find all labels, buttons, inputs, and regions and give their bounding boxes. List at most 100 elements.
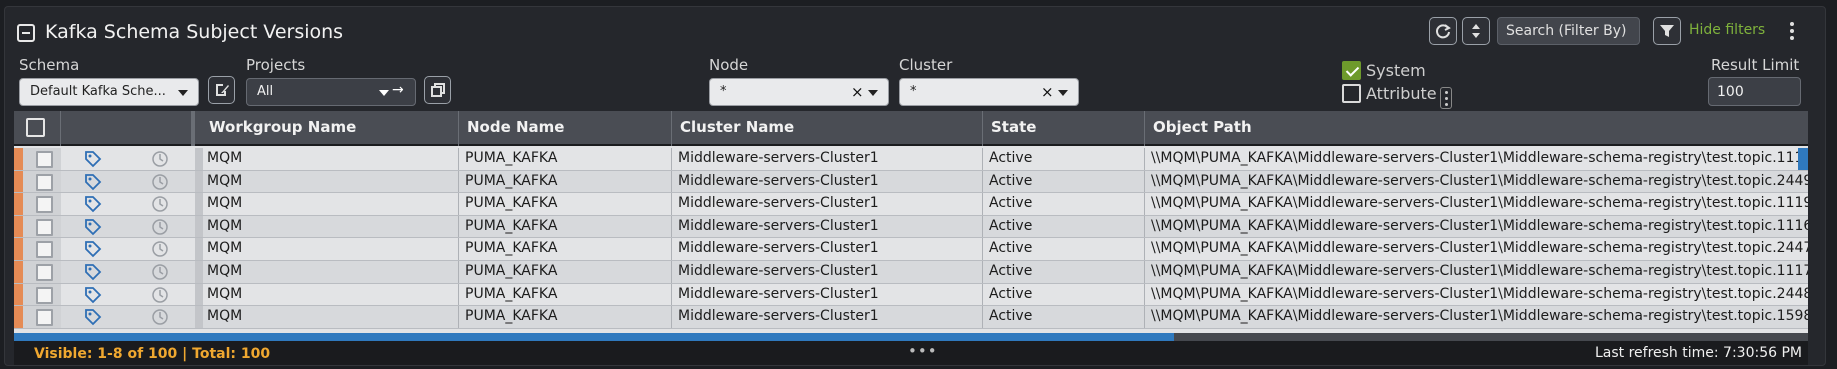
cell-cluster-name: Middleware-servers-Cluster1	[672, 170, 983, 193]
table-row[interactable]: MQM PUMA_KAFKA Middleware-servers-Cluster1…	[14, 170, 1808, 194]
row-checkbox[interactable]	[36, 173, 53, 191]
table-row[interactable]: MQM PUMA_KAFKA Middleware-servers-Cluster1…	[14, 238, 1808, 261]
row-status-marker	[14, 215, 23, 238]
cell-object-path: \\MQM\PUMA_KAFKA\Middleware-servers-Clus…	[1151, 308, 1808, 325]
row-checkbox[interactable]	[36, 309, 53, 327]
tag-icon[interactable]	[84, 150, 102, 168]
chevron-down-icon	[379, 90, 389, 96]
row-checkbox[interactable]	[36, 218, 53, 236]
result-limit-input[interactable]	[1708, 77, 1801, 106]
clock-icon[interactable]	[151, 240, 169, 258]
cell-workgroup-name: MQM	[201, 193, 459, 215]
edit-icon	[215, 84, 229, 96]
cell-object-path: \\MQM\PUMA_KAFKA\Middleware-servers-Clus…	[1151, 172, 1808, 189]
horizontal-scrollbar[interactable]	[14, 333, 1808, 341]
tag-icon[interactable]	[84, 173, 102, 191]
cell-cluster-name: Middleware-servers-Cluster1	[672, 215, 983, 238]
table-row[interactable]: MQM PUMA_KAFKA Middleware-servers-Cluster1…	[14, 148, 1808, 171]
system-checkbox[interactable]	[1342, 61, 1361, 80]
clock-icon[interactable]	[151, 173, 169, 191]
scrollbar-thumb[interactable]	[14, 333, 1174, 341]
filter-icon	[1660, 25, 1674, 37]
hide-filters-link[interactable]: Hide filters	[1689, 22, 1765, 38]
row-checkbox[interactable]	[36, 286, 53, 304]
clock-icon[interactable]	[151, 263, 169, 281]
cell-state: Active	[983, 306, 1145, 328]
cell-node-name: PUMA_KAFKA	[459, 306, 672, 328]
select-all-checkbox[interactable]	[26, 118, 45, 137]
versions-grid: Workgroup Name Node Name Cluster Name St…	[14, 111, 1808, 341]
row-checkbox[interactable]	[36, 263, 53, 281]
cluster-select[interactable]: * ×	[899, 78, 1079, 106]
cell-cluster-name: Middleware-servers-Cluster1	[672, 238, 983, 260]
search-input[interactable]	[1497, 17, 1640, 45]
row-checkbox[interactable]	[36, 196, 53, 214]
cell-object-path: \\MQM\PUMA_KAFKA\Middleware-servers-Clus…	[1151, 285, 1808, 302]
projects-label: Projects	[246, 56, 306, 74]
clear-icon[interactable]: ×	[851, 83, 864, 101]
row-check-cell	[23, 215, 61, 238]
cell-workgroup-name: MQM	[201, 215, 459, 238]
header-node-name[interactable]: Node Name	[459, 111, 672, 146]
cell-node-name: PUMA_KAFKA	[459, 148, 672, 170]
row-selection-indicator	[1798, 148, 1808, 170]
cell-node-name: PUMA_KAFKA	[459, 170, 672, 193]
schema-select[interactable]: Default Kafka Sche...	[19, 78, 199, 106]
refresh-icon	[1436, 24, 1451, 39]
schema-select-value: Default Kafka Sche...	[30, 84, 166, 99]
filter-button[interactable]	[1653, 17, 1681, 45]
attribute-checkbox[interactable]	[1342, 84, 1361, 103]
grid-header: Workgroup Name Node Name Cluster Name St…	[14, 111, 1808, 146]
grid-body: MQM PUMA_KAFKA Middleware-servers-Cluster1…	[14, 148, 1808, 329]
clock-icon[interactable]	[151, 286, 169, 304]
tag-icon[interactable]	[84, 286, 102, 304]
node-select[interactable]: * ×	[709, 78, 889, 106]
refresh-button[interactable]	[1429, 17, 1457, 45]
cell-node-name: PUMA_KAFKA	[459, 215, 672, 238]
row-selection-indicator	[1798, 261, 1808, 283]
header-object-path[interactable]: Object Path	[1145, 111, 1808, 146]
clock-icon[interactable]	[151, 218, 169, 236]
sort-button[interactable]	[1462, 17, 1490, 45]
row-status-marker	[14, 148, 23, 170]
table-row[interactable]: MQM PUMA_KAFKA Middleware-servers-Cluster1…	[14, 306, 1808, 329]
cell-state: Active	[983, 215, 1145, 238]
kebab-icon[interactable]	[1788, 22, 1796, 42]
collapse-icon[interactable]	[17, 24, 35, 42]
header-workgroup-name[interactable]: Workgroup Name	[201, 111, 459, 146]
tag-icon[interactable]	[84, 240, 102, 258]
row-status-marker	[14, 260, 23, 283]
header-state[interactable]: State	[983, 111, 1145, 146]
cell-state: Active	[983, 260, 1145, 283]
row-check-cell	[23, 306, 61, 328]
row-status-marker	[14, 170, 23, 193]
visible-count: Visible: 1-8 of 100 | Total: 100	[34, 346, 271, 362]
grid-footer: Visible: 1-8 of 100 | Total: 100 ••• Las…	[14, 341, 1808, 365]
tag-icon[interactable]	[84, 218, 102, 236]
header-cluster-name[interactable]: Cluster Name	[672, 111, 983, 146]
table-row[interactable]: MQM PUMA_KAFKA Middleware-servers-Cluster1…	[14, 215, 1808, 239]
attribute-label: Attribute	[1366, 84, 1437, 103]
table-row[interactable]: MQM PUMA_KAFKA Middleware-servers-Cluster1…	[14, 283, 1808, 307]
chevron-down-icon	[178, 90, 188, 96]
projects-select[interactable]: All →	[246, 78, 416, 106]
row-checkbox[interactable]	[36, 241, 53, 259]
clock-icon[interactable]	[151, 308, 169, 326]
cell-cluster-name: Middleware-servers-Cluster1	[672, 260, 983, 283]
clock-icon[interactable]	[151, 150, 169, 168]
attribute-options-icon[interactable]	[1440, 87, 1452, 109]
tag-icon[interactable]	[84, 308, 102, 326]
table-row[interactable]: MQM PUMA_KAFKA Middleware-servers-Cluster1…	[14, 193, 1808, 216]
tag-icon[interactable]	[84, 263, 102, 281]
clear-icon[interactable]: ×	[1041, 83, 1054, 101]
table-row[interactable]: MQM PUMA_KAFKA Middleware-servers-Cluster1…	[14, 260, 1808, 284]
row-status-marker	[14, 193, 23, 215]
chevron-down-icon	[1058, 90, 1068, 96]
tag-icon[interactable]	[84, 195, 102, 213]
clock-icon[interactable]	[151, 195, 169, 213]
edit-schema-button[interactable]	[208, 76, 235, 104]
copy-projects-button[interactable]	[424, 76, 451, 104]
arrow-right-icon: →	[392, 82, 404, 98]
row-checkbox[interactable]	[36, 151, 53, 168]
more-icon[interactable]: •••	[908, 342, 938, 360]
